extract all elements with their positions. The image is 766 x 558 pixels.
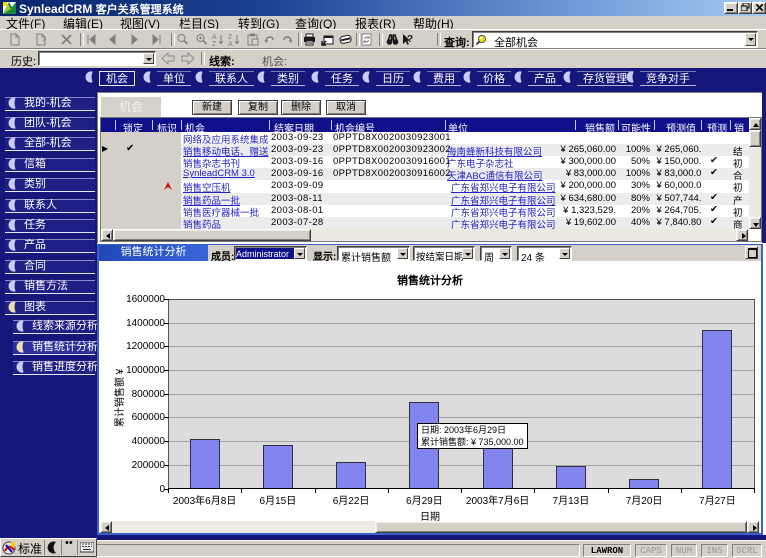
svg-text:A: A [212,34,217,41]
svg-text:Z: Z [228,34,233,41]
svg-text:Z: Z [212,41,217,46]
svg-text:?: ? [407,34,413,45]
svg-text:A: A [228,41,233,46]
